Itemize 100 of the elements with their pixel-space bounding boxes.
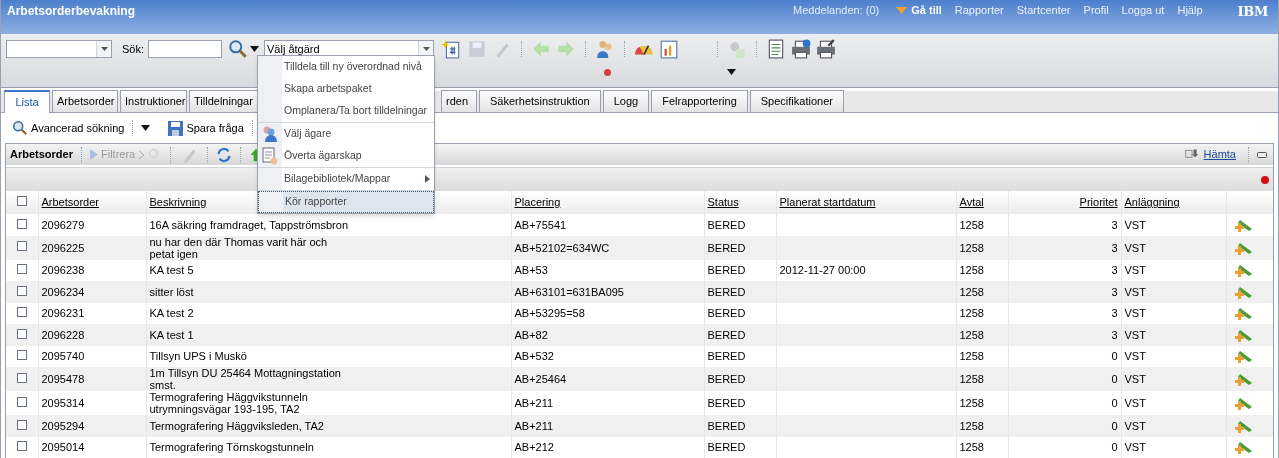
- printer-icon[interactable]: [816, 39, 836, 59]
- checkbox[interactable]: [16, 419, 27, 430]
- list-icon[interactable]: [766, 39, 786, 59]
- menu-item[interactable]: Överta ägarskap: [258, 145, 434, 167]
- tab[interactable]: rden: [441, 90, 478, 112]
- row-select-cell[interactable]: [6, 281, 38, 303]
- refresh-icon[interactable]: [216, 146, 233, 163]
- table-cell: AB+53: [514, 264, 548, 277]
- search-icon[interactable]: [228, 39, 248, 59]
- column-header[interactable]: Avtal: [959, 196, 984, 209]
- row-select-cell[interactable]: [6, 302, 38, 324]
- tab[interactable]: Lista: [4, 90, 50, 113]
- person-icon[interactable]: [261, 125, 279, 143]
- new-document-icon[interactable]: [442, 39, 462, 59]
- table-cell: VST: [1124, 328, 1146, 341]
- table-cell: VST: [1124, 218, 1146, 231]
- tab[interactable]: Arbetsorder: [52, 90, 118, 112]
- printer-icon[interactable]: [791, 39, 811, 59]
- row-select-cell[interactable]: [6, 391, 38, 415]
- table-row[interactable]: 2095478 1m Tillsyn DU 25464 Mottagningstation smst. AB+25464 BERED 1258 0 VST: [6, 367, 1273, 391]
- tab[interactable]: Logg: [602, 90, 650, 112]
- tab[interactable]: Specifikationer: [749, 90, 844, 112]
- add-tool-icon[interactable]: [1234, 440, 1253, 455]
- table-row[interactable]: 2095314 Termografering Häggvikstunneln utrymningsvägar 193-195, TA2 AB+211 BERED 1258 0 VST: [6, 391, 1273, 415]
- table-row[interactable]: 2096238 KA test 5 AB+53 BERED 2012-11-27 00:00 1258 3 VST: [6, 259, 1273, 281]
- caret-icon[interactable]: [422, 47, 430, 51]
- menu-item[interactable]: Omplanera/Ta bort tilldelningar: [258, 100, 434, 122]
- add-tool-icon[interactable]: [1234, 240, 1253, 255]
- row-select-cell[interactable]: [6, 214, 38, 236]
- column-header[interactable]: Status: [707, 196, 739, 209]
- checkbox[interactable]: [16, 285, 27, 296]
- table-row[interactable]: 2096231 KA test 2 AB+53295=58 BERED 1258 3 VST: [6, 302, 1273, 324]
- checkbox[interactable]: [16, 372, 27, 383]
- row-select-cell[interactable]: [6, 259, 38, 281]
- table-cell-text: nu har den där Thomas varit här och petat igen: [149, 235, 329, 260]
- add-tool-icon[interactable]: [1234, 263, 1253, 278]
- column-header[interactable]: Arbetsorder: [41, 196, 99, 209]
- search-field[interactable]: [148, 40, 222, 58]
- table-row[interactable]: 2095294 Termografering Häggviksleden, TA2 AB+211 BERED 1258 0 VST: [6, 415, 1273, 437]
- caret-icon: [896, 6, 908, 14]
- add-tool-icon[interactable]: [1234, 217, 1253, 232]
- chart-icon[interactable]: [659, 39, 679, 59]
- row-select-cell[interactable]: [6, 436, 38, 458]
- people-icon[interactable]: [595, 39, 615, 59]
- table-row[interactable]: 2096279 16A säkring framdraget, Tappströmsbron AB+75541 BERED 1258 3 VST: [6, 214, 1273, 236]
- add-tool-icon[interactable]: [1234, 349, 1253, 364]
- save-query-button[interactable]: Spara fråga: [168, 119, 244, 137]
- advanced-search-button[interactable]: Avancerad sökning: [12, 119, 125, 137]
- add-tool-icon[interactable]: [1234, 306, 1253, 321]
- row-select-cell[interactable]: [6, 345, 38, 367]
- download-link[interactable]: Hämta: [1203, 146, 1236, 163]
- column-header[interactable]: Beskrivning: [149, 196, 207, 209]
- menu-item[interactable]: Kör rapporter: [258, 191, 434, 213]
- table-row[interactable]: 2096225 nu har den där Thomas varit här och petat igen AB+52102=634WC BERED 1258 3 VST: [6, 235, 1273, 260]
- add-tool-icon[interactable]: [1234, 284, 1253, 299]
- table-cell: 0: [1111, 397, 1118, 409]
- row-select-cell[interactable]: [6, 235, 38, 260]
- menu-item[interactable]: Tilldela till ny överordnad nivå: [258, 56, 434, 78]
- checkbox[interactable]: [16, 328, 27, 339]
- minimize-icon[interactable]: [1257, 151, 1267, 158]
- table-cell: VST: [1124, 264, 1146, 277]
- column-header[interactable]: Anläggning: [1124, 196, 1180, 209]
- add-tool-icon[interactable]: [1234, 396, 1253, 410]
- column-header[interactable]: Prioritet: [1079, 196, 1118, 209]
- checkbox[interactable]: [16, 441, 27, 451]
- table-row[interactable]: 2096228 KA test 1 AB+82 BERED 1258 3 VST: [6, 324, 1273, 346]
- menu-item[interactable]: Skapa arbetspaket: [258, 78, 434, 100]
- row-select-cell[interactable]: [6, 415, 38, 437]
- table-row[interactable]: 2095740 Tillsyn UPS i Muskö AB+532 BERED 1258 0 VST: [6, 345, 1273, 367]
- caret-icon[interactable]: [727, 69, 736, 75]
- checkbox[interactable]: [16, 350, 27, 360]
- tab[interactable]: Felrapportering: [651, 90, 748, 112]
- checkbox[interactable]: [16, 264, 27, 274]
- add-tool-icon[interactable]: [1234, 327, 1253, 342]
- menu-item[interactable]: Välj ägare: [258, 123, 434, 145]
- caret-icon[interactable]: [250, 46, 259, 52]
- row-select-cell[interactable]: [6, 367, 38, 391]
- caret-icon[interactable]: [141, 125, 151, 131]
- tab[interactable]: Säkerhetsinstruktion: [479, 90, 601, 112]
- tab[interactable]: Instruktioner: [120, 90, 187, 112]
- table-cell: BERED: [707, 419, 746, 432]
- select-all-cell[interactable]: [6, 191, 38, 214]
- menu-item[interactable]: Bilagebibliotek/Mappar: [258, 168, 434, 190]
- add-tool-icon[interactable]: [1234, 372, 1253, 386]
- table-row[interactable]: 2096234 sitter löst AB+63101=631BA095 BERED 1258 3 VST: [6, 281, 1273, 303]
- tab[interactable]: Tilldelningar: [189, 90, 259, 112]
- checkbox[interactable]: [16, 396, 27, 407]
- table-cell: BERED: [707, 218, 746, 231]
- column-header[interactable]: Placering: [514, 196, 561, 209]
- checkbox[interactable]: [16, 218, 27, 229]
- add-tool-icon[interactable]: [1234, 418, 1253, 433]
- column-header[interactable]: Planerat startdatum: [779, 196, 876, 209]
- table-row[interactable]: 2095014 Termografering Törnskogstunneln AB+212 BERED 1258 0 VST: [6, 436, 1273, 458]
- table-cell: VST: [1124, 241, 1146, 254]
- checkbox[interactable]: [16, 241, 27, 252]
- search-icon[interactable]: [12, 120, 28, 136]
- checkbox[interactable]: [16, 307, 27, 317]
- caret-icon[interactable]: [100, 47, 108, 51]
- row-select-cell[interactable]: [6, 324, 38, 346]
- checkbox[interactable]: [16, 196, 27, 207]
